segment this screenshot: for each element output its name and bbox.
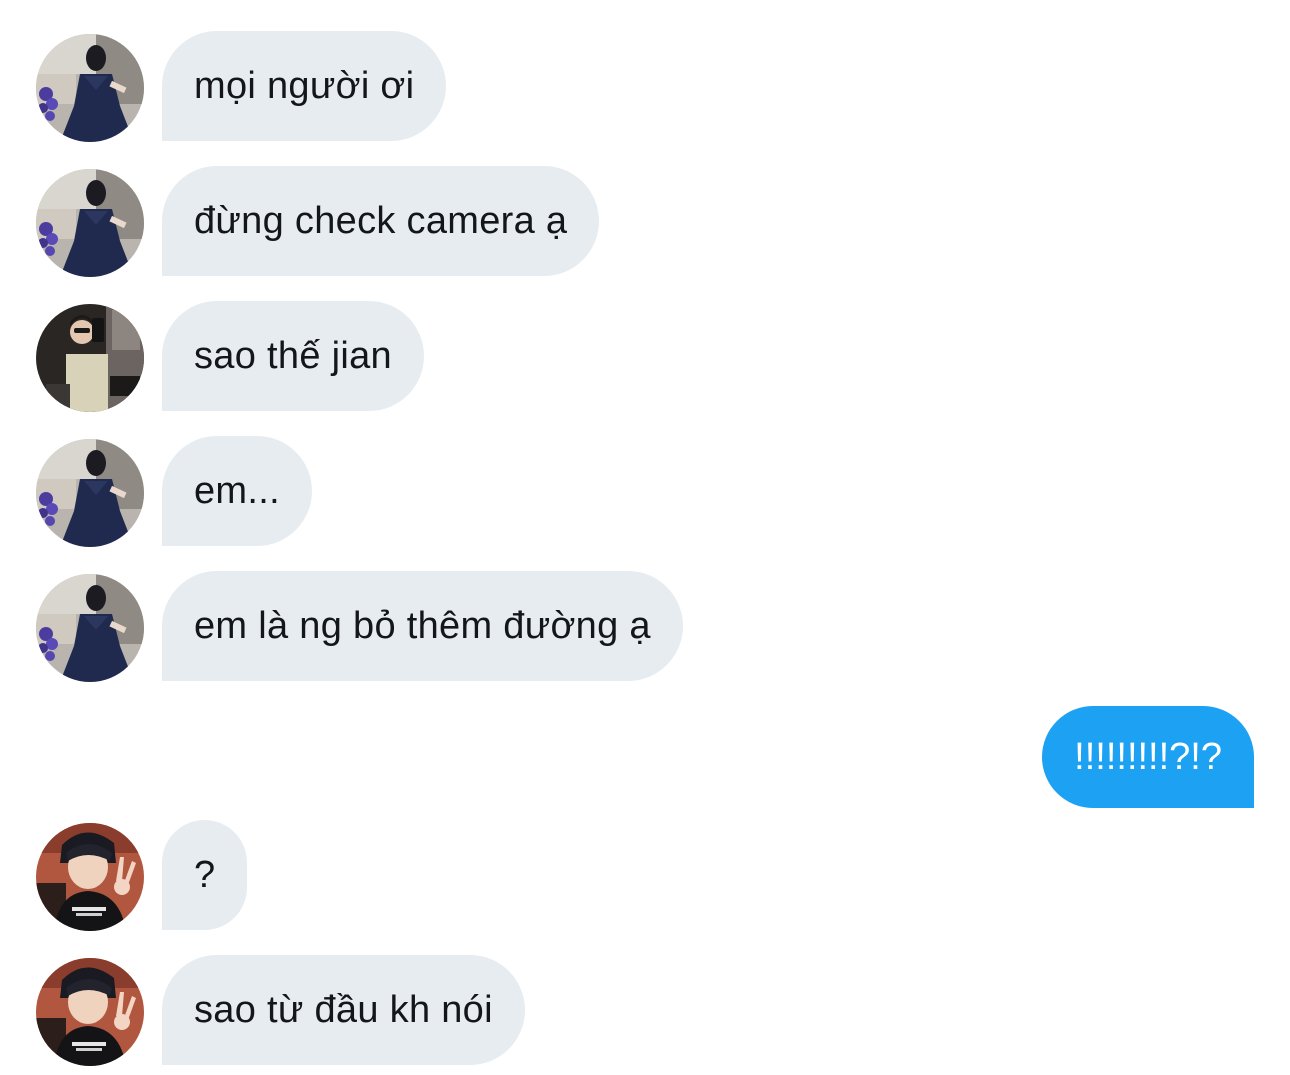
incoming-message-bubble[interactable]: mọi người ơi: [162, 31, 447, 141]
avatar-woman-navy-dress-icon: [36, 439, 144, 547]
incoming-message-bubble[interactable]: em...: [162, 436, 312, 546]
avatar[interactable]: [36, 823, 144, 931]
avatar[interactable]: [36, 439, 144, 547]
avatar-mirror-selfie-icon: [36, 304, 144, 412]
message-row: sao thế jian: [0, 301, 1290, 413]
incoming-message-bubble[interactable]: sao thế jian: [162, 301, 424, 411]
incoming-message-bubble[interactable]: sao từ đầu kh nói: [162, 955, 525, 1065]
conversation-thread: mọi người ơi đừng check camera ạ sao thế…: [0, 0, 1290, 1075]
avatar-woman-navy-dress-icon: [36, 34, 144, 142]
incoming-message-bubble[interactable]: em là ng bỏ thêm đường ạ: [162, 571, 683, 681]
avatar[interactable]: [36, 574, 144, 682]
avatar[interactable]: [36, 34, 144, 142]
message-row: sao từ đầu kh nói: [0, 955, 1290, 1067]
avatar[interactable]: [36, 958, 144, 1066]
message-row: ?: [0, 820, 1290, 932]
avatar[interactable]: [36, 169, 144, 277]
outgoing-message-bubble[interactable]: !!!!!!!!!?!?: [1042, 706, 1254, 808]
message-row: em...: [0, 436, 1290, 548]
incoming-message-bubble[interactable]: ?: [162, 820, 248, 930]
avatar-woman-navy-dress-icon: [36, 574, 144, 682]
avatar-woman-navy-dress-icon: [36, 169, 144, 277]
message-row: đừng check camera ạ: [0, 166, 1290, 278]
message-row: mọi người ơi: [0, 31, 1290, 143]
avatar-boy-peace-sign-icon: [36, 958, 144, 1066]
message-row: em là ng bỏ thêm đường ạ: [0, 571, 1290, 683]
message-row: !!!!!!!!!?!?: [0, 706, 1290, 808]
avatar-boy-peace-sign-icon: [36, 823, 144, 931]
incoming-message-bubble[interactable]: đừng check camera ạ: [162, 166, 600, 276]
avatar[interactable]: [36, 304, 144, 412]
